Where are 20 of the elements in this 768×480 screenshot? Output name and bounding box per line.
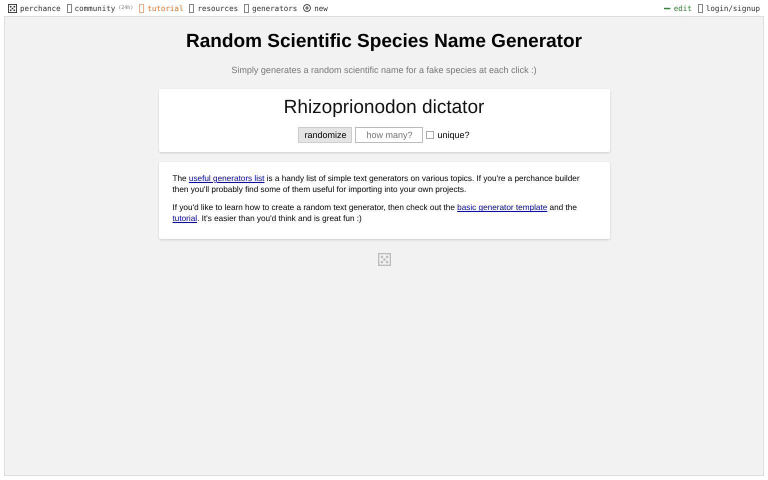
unique-checkbox[interactable] <box>426 131 434 139</box>
placeholder-icon <box>139 4 144 12</box>
dice-icon <box>8 4 17 12</box>
generated-name: Rhizoprionodon dictator <box>284 97 484 119</box>
text-link[interactable]: basic generator template <box>457 203 548 212</box>
subtitle: Simply generates a random scientific name for a fake species at each click :) <box>231 65 537 75</box>
randomize-button[interactable]: randomize <box>298 127 352 143</box>
dice-icon <box>378 252 390 266</box>
page-title: Random Scientific Species Name Generator <box>186 31 582 53</box>
placeholder-icon <box>698 4 703 12</box>
text-link[interactable]: useful generators list <box>188 174 264 183</box>
text-link[interactable]: tutorial <box>172 214 198 223</box>
count-field[interactable]: how many? <box>355 127 424 143</box>
plus-icon <box>303 4 312 12</box>
unique-label: unique? <box>437 130 470 140</box>
info-paragraph: The useful generators list is a handy list of simple text generators on various topics. If you're a perchance builder then you'll probably find some of them useful for importing into your own projects. <box>172 174 581 196</box>
placeholder-icon <box>189 4 194 12</box>
placeholder-icon <box>66 4 72 12</box>
info-paragraph: If you'd like to learn how to create a random text generator, then check out the basic generator template and the tutorial. It's easier than you'd think and is great fun :) <box>172 203 578 225</box>
placeholder-icon <box>244 4 250 12</box>
